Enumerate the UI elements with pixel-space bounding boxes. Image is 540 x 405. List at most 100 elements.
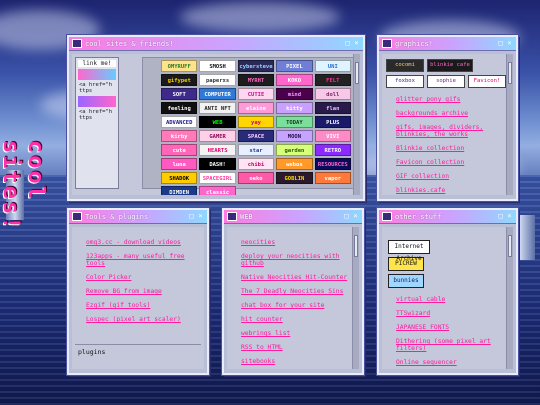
maximize-icon[interactable]: □ [497, 213, 504, 220]
friend-site-badge[interactable]: ADVANCED [161, 116, 198, 128]
friend-site-badge[interactable]: SOFT [161, 88, 198, 100]
graphics-link[interactable]: glitter pony gifs [396, 96, 507, 103]
friend-site-badge[interactable]: UNI [314, 60, 351, 72]
friend-site-badge[interactable]: VIVI [314, 130, 351, 142]
friend-site-badge[interactable]: classic [199, 186, 236, 195]
graphics-link[interactable]: GIF collection [396, 173, 507, 180]
tool-link[interactable]: 123apps - many useful free tools [86, 253, 198, 267]
tool-link[interactable]: Color Picker [86, 274, 198, 281]
web-link[interactable]: chat box for your site [241, 302, 353, 309]
other-link[interactable]: virtual cable [396, 296, 507, 303]
friend-site-badge[interactable]: PLUS [314, 116, 351, 128]
friend-site-badge[interactable]: luna [161, 158, 198, 170]
friend-site-badge[interactable]: COMPUTER [199, 88, 236, 100]
web-link[interactable]: RSS to HTML [241, 344, 353, 351]
web-link[interactable]: neocities [241, 239, 353, 246]
web-link[interactable]: hit counter [241, 316, 353, 323]
web-titlebar[interactable]: WEB □ × [224, 210, 362, 224]
friend-site-badge[interactable]: elaine [237, 102, 275, 114]
friend-site-badge[interactable]: KOKO [276, 74, 313, 86]
web-link[interactable]: The 7 Deadly Neocities Sins [241, 288, 353, 295]
embed-code[interactable]: <a href="https [79, 82, 115, 94]
friend-site-badge[interactable]: MOON [276, 130, 313, 142]
friend-site-badge[interactable]: paperxs [199, 74, 236, 86]
other-titlebar[interactable]: other stuff □ × [379, 210, 516, 224]
scrollbar[interactable] [353, 54, 360, 195]
tools-titlebar[interactable]: Tools & plugins □ × [69, 210, 207, 224]
friend-site-badge[interactable]: WEB [199, 116, 236, 128]
friend-site-badge[interactable]: kitty [276, 102, 313, 114]
friend-site-badge[interactable]: GAMER [199, 130, 236, 142]
friend-site-badge[interactable]: garden [276, 144, 313, 156]
friend-site-badge[interactable]: GOBLIN [276, 172, 313, 184]
friend-site-badge[interactable]: ANTI NFT [199, 102, 236, 114]
graphics-link[interactable]: blinkies.cafe [396, 187, 507, 194]
tool-link[interactable]: Ezgif (gif tools) [86, 302, 198, 309]
friend-site-badge[interactable]: MYRHT [237, 74, 275, 86]
graphics-site-badge[interactable]: sophie [427, 75, 465, 88]
friend-site-badge[interactable]: cute [161, 144, 198, 156]
scrollbar[interactable] [352, 227, 359, 369]
friend-site-badge[interactable]: CUTIE [237, 88, 275, 100]
friend-site-badge[interactable]: flan [314, 102, 351, 114]
friend-site-badge[interactable]: DIMDEN [161, 186, 198, 195]
scrollbar[interactable] [506, 54, 513, 195]
graphics-titlebar[interactable]: graphics! □ × [379, 37, 516, 51]
close-icon[interactable]: × [506, 40, 513, 47]
web-link[interactable]: sitebooks [241, 358, 353, 365]
web-link[interactable]: webrings list [241, 330, 353, 337]
friend-site-badge[interactable]: neko [237, 172, 275, 184]
internet-archive-stamp[interactable]: Internet Archive [388, 240, 430, 262]
friend-site-badge[interactable]: webos [276, 158, 313, 170]
graphics-link[interactable]: backgrounds archive [396, 110, 507, 117]
tool-link[interactable]: Lospec (pixel art scaler) [86, 316, 198, 323]
graphics-site-badge[interactable]: Favicon! [468, 75, 506, 88]
friend-site-badge[interactable]: RETRO [314, 144, 351, 156]
graphics-link[interactable]: gifs, images, dividers, blinkies, the wo… [396, 124, 507, 138]
friend-site-badge[interactable]: yay [237, 116, 275, 128]
close-icon[interactable]: × [197, 213, 204, 220]
friend-site-badge[interactable]: cybersteve [237, 60, 275, 72]
other-link[interactable]: Dithering (some pixel art filters) [396, 338, 507, 352]
scrollbar[interactable] [506, 227, 513, 369]
friend-site-badge[interactable]: SMOSH [199, 60, 236, 72]
friend-site-badge[interactable]: mind [276, 88, 313, 100]
graphics-site-badge[interactable]: foxbox [386, 75, 424, 88]
close-icon[interactable]: × [506, 213, 513, 220]
tool-link[interactable]: Remove BG from image [86, 288, 198, 295]
other-link[interactable]: Online sequencer [396, 359, 507, 366]
friend-site-badge[interactable]: RESOURCES [314, 158, 351, 170]
friend-site-badge[interactable]: chibi [237, 158, 275, 170]
friend-site-badge[interactable]: OMYRUFF [161, 60, 198, 72]
graphics-site-badge[interactable]: blinkie cafe [427, 59, 473, 72]
bunnies-stamp[interactable]: bunnies [388, 274, 424, 288]
other-link[interactable]: JAPANESE FONTS [396, 324, 507, 331]
friend-site-badge[interactable]: SPACE [237, 130, 275, 142]
friend-site-badge[interactable]: feeling [161, 102, 198, 114]
other-link[interactable]: TTSwizard [396, 310, 507, 317]
close-icon[interactable]: × [352, 213, 359, 220]
embed-code[interactable]: <a href="https [79, 109, 115, 121]
friend-site-badge[interactable]: HEARTS [199, 144, 236, 156]
graphics-link[interactable]: Blinkie collection [396, 145, 507, 152]
friend-site-badge[interactable]: TODAY [276, 116, 313, 128]
maximize-icon[interactable]: □ [497, 40, 504, 47]
site-button-image[interactable] [78, 96, 116, 107]
tool-link[interactable]: omg3.cc - download videos [86, 239, 198, 246]
maximize-icon[interactable]: □ [188, 213, 195, 220]
friend-site-badge[interactable]: SPACEGIRL [199, 172, 236, 184]
friend-site-badge[interactable]: SHADOK [161, 172, 198, 184]
cool-sites-titlebar[interactable]: cool sites & friends! □ × [69, 37, 363, 51]
friend-site-badge[interactable]: vapor [314, 172, 351, 184]
close-icon[interactable]: × [353, 40, 360, 47]
web-link[interactable]: deploy your neocities with github [241, 253, 353, 267]
friend-site-badge[interactable]: PIXEL [276, 60, 313, 72]
friend-site-badge[interactable]: DASH! [199, 158, 236, 170]
friend-site-badge[interactable]: doll [314, 88, 351, 100]
friend-site-badge[interactable]: kirby [161, 130, 198, 142]
friend-site-badge[interactable]: FELT [314, 74, 351, 86]
graphics-link[interactable]: Favicon collection [396, 159, 507, 166]
friend-site-badge[interactable]: star [237, 144, 275, 156]
maximize-icon[interactable]: □ [344, 40, 351, 47]
web-link[interactable]: Native Neocities Hit-Counter [241, 274, 353, 281]
